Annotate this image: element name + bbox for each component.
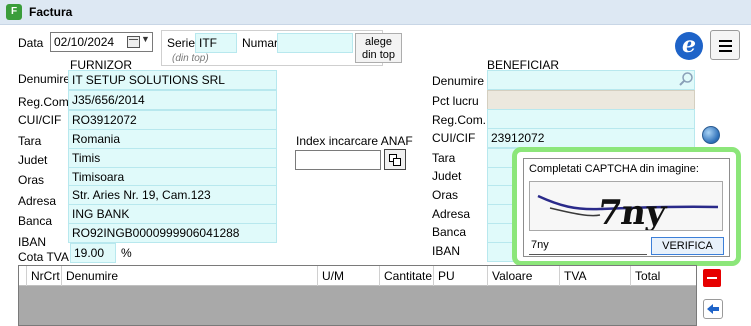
beneficiar-oras-label: Oras (432, 188, 459, 202)
furnizor-banca-field[interactable]: ING BANK (68, 204, 277, 224)
beneficiar-regcom-label: Reg.Com. (432, 113, 487, 127)
logo-glyph: e (682, 32, 696, 58)
chevron-down-icon[interactable]: ▼ (141, 34, 150, 44)
col-tva[interactable]: TVA (560, 266, 631, 286)
menu-icon-bar (719, 45, 732, 47)
furnizor-iban-field[interactable]: RO92INGB0000999906041288 (68, 223, 277, 243)
beneficiar-judet-label: Judet (432, 169, 462, 183)
captcha-image: 7ny (529, 181, 723, 231)
beneficiar-iban-label: IBAN (432, 244, 461, 258)
beneficiar-cui-label: CUI/CIF (432, 131, 476, 145)
numar-field[interactable] (277, 33, 353, 53)
furnizor-oras-field[interactable]: Timisoara (68, 167, 277, 187)
col-denumire[interactable]: Denumire (62, 266, 318, 286)
alege-din-top-button[interactable]: alege din top (355, 33, 402, 63)
calendar-icon[interactable] (127, 36, 140, 48)
beneficiar-tara-label: Tara (432, 151, 456, 165)
furnizor-cui-label: CUI/CIF (18, 113, 62, 127)
beneficiar-denumire-field[interactable] (487, 70, 695, 90)
beneficiar-denumire-label: Denumire (432, 74, 485, 88)
grid-header: NrCrt Denumire U/M Cantitate PU Valoare … (19, 266, 696, 286)
cota-tva-unit: % (121, 246, 132, 260)
row-indicator (19, 266, 27, 286)
furnizor-denumire-label: Denumire (18, 72, 71, 86)
verifica-button[interactable]: VERIFICA (651, 237, 724, 255)
date-value: 02/10/2024 (54, 35, 115, 49)
captcha-image-graphic: 7ny (537, 193, 719, 231)
serie-field[interactable]: ITF (195, 33, 237, 53)
beneficiar-pct-lucru-label: Pct lucru (432, 94, 479, 108)
anaf-index-field[interactable] (295, 150, 381, 170)
copy-icon-front (393, 158, 401, 166)
delete-icon[interactable] (703, 269, 721, 287)
captcha-image-text: 7ny (595, 193, 670, 231)
menu-icon-bar (719, 50, 732, 52)
search-icon[interactable] (678, 71, 694, 87)
furnizor-iban-label: IBAN (18, 235, 47, 249)
cota-tva-field[interactable]: 19.00 (70, 243, 116, 263)
furnizor-denumire-field[interactable]: IT SETUP SOLUTIONS SRL (68, 70, 277, 90)
serie-label: Serie (167, 36, 196, 50)
col-cantitate[interactable]: Cantitate (380, 266, 434, 286)
back-arrow-icon (707, 304, 719, 314)
back-button[interactable] (703, 299, 723, 319)
menu-button[interactable] (710, 30, 740, 60)
menu-icon-bar (719, 40, 732, 42)
copy-icon[interactable] (384, 149, 406, 170)
globe-icon[interactable] (702, 126, 720, 144)
anaf-index-label: Index incarcare ANAF (296, 134, 413, 148)
captcha-panel: Completati CAPTCHA din imagine: 7ny 7ny … (523, 158, 730, 257)
beneficiar-banca-label: Banca (432, 225, 467, 239)
alege-line2: din top (361, 49, 396, 61)
beneficiar-pct-lucru-field[interactable] (487, 90, 695, 110)
col-total[interactable]: Total (631, 266, 696, 286)
furnizor-regcom-label: Reg.Com. (18, 95, 73, 109)
furnizor-tara-field[interactable]: Romania (68, 129, 277, 149)
furnizor-oras-label: Oras (18, 173, 45, 187)
beneficiar-regcom-field[interactable] (487, 109, 695, 129)
furnizor-regcom-field[interactable]: J35/656/2014 (68, 90, 277, 110)
furnizor-adresa-field[interactable]: Str. Aries Nr. 19, Cam.123 (68, 185, 277, 205)
furnizor-judet-label: Judet (18, 153, 48, 167)
date-picker[interactable]: 02/10/2024 ▼ (50, 32, 153, 52)
items-grid[interactable]: NrCrt Denumire U/M Cantitate PU Valoare … (18, 265, 697, 326)
beneficiar-cui-field[interactable]: 23912072 (487, 128, 695, 148)
furnizor-adresa-label: Adresa (18, 194, 57, 208)
furnizor-judet-field[interactable]: Timis (68, 148, 277, 168)
furnizor-cui-field[interactable]: RO3912072 (68, 110, 277, 130)
data-label: Data (18, 36, 44, 50)
col-valoare[interactable]: Valoare (488, 266, 560, 286)
furnizor-tara-label: Tara (18, 134, 42, 148)
alege-line1: alege (365, 36, 392, 48)
col-um[interactable]: U/M (318, 266, 380, 286)
window-title: Factura (29, 5, 73, 19)
col-pu[interactable]: PU (434, 266, 488, 286)
captcha-input[interactable]: 7ny (529, 237, 647, 255)
serie-hint: (din top) (172, 53, 209, 64)
app-icon: F (6, 4, 22, 20)
title-bar: F Factura (0, 0, 751, 25)
captcha-prompt: Completati CAPTCHA din imagine: (529, 163, 699, 175)
numar-label: Numar (242, 36, 279, 50)
col-nrcrt[interactable]: NrCrt (27, 266, 62, 286)
delete-icon-bar (707, 277, 717, 279)
beneficiar-adresa-label: Adresa (432, 207, 471, 221)
furnizor-banca-label: Banca (18, 214, 53, 228)
efactura-logo-icon[interactable]: e (675, 32, 703, 60)
captcha-highlight: Completati CAPTCHA din imagine: 7ny 7ny … (512, 147, 741, 266)
furnizor-cota-tva-label: Cota TVA (18, 250, 69, 264)
